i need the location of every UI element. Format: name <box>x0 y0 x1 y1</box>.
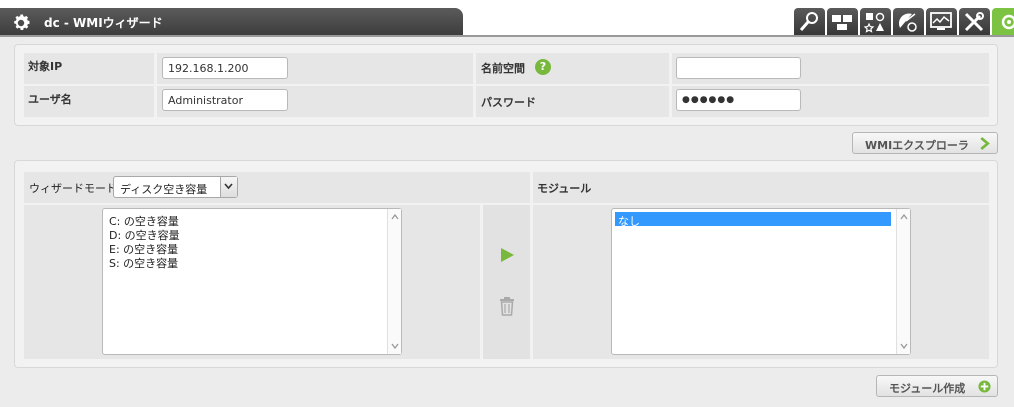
namespace-label: 名前空間 <box>481 62 525 75</box>
satellite-button[interactable] <box>893 8 924 36</box>
top-bar: dc - WMIウィザード <box>0 0 1014 37</box>
scroll-up-icon[interactable] <box>900 214 908 220</box>
list-item[interactable]: なし <box>618 213 640 229</box>
list-item[interactable]: S: の空き容量 <box>109 255 178 271</box>
tab-divider <box>0 35 1014 37</box>
scrollbar[interactable] <box>896 209 910 354</box>
target-ip-label: 対象IP <box>28 60 63 73</box>
wizard-mode-select[interactable]: ディスク空き容量 <box>113 176 238 198</box>
chevron-right-icon <box>980 137 990 150</box>
connection-form-panel: 対象IP 名前空間 ? ユーザ名 パスワード ●●●●●● <box>14 44 998 126</box>
username-input[interactable] <box>162 89 288 111</box>
wmi-explorer-button[interactable]: WMIエクスプローラ <box>852 132 998 154</box>
shapes-icon <box>863 12 885 33</box>
create-module-button-label: モジュール作成 <box>889 382 966 395</box>
add-arrow-icon[interactable] <box>499 247 515 263</box>
wrench-magnify-button[interactable] <box>794 8 825 36</box>
modules-header-cell <box>533 172 989 203</box>
action-cell <box>483 205 530 359</box>
tools-icon <box>964 12 984 32</box>
chevron-down-icon <box>224 183 233 190</box>
username-label: ユーザ名 <box>28 93 72 106</box>
target-ip-input[interactable] <box>162 57 288 79</box>
satellite-icon <box>898 13 917 32</box>
scroll-up-icon[interactable] <box>391 214 399 220</box>
scroll-down-icon[interactable] <box>900 343 908 349</box>
wizard-mode-value: ディスク空き容量 <box>120 183 208 196</box>
available-items-list[interactable]: C: の空き容量 D: の空き容量 E: の空き容量 S: の空き容量 <box>102 208 402 355</box>
gear-icon <box>14 14 30 30</box>
trash-icon[interactable] <box>498 296 516 316</box>
wrench-magnify-icon <box>799 12 818 31</box>
window-title-tab: dc - WMIウィザード <box>0 8 463 36</box>
password-input[interactable]: ●●●●●● <box>676 89 801 111</box>
namespace-input[interactable] <box>676 57 801 79</box>
eye-button[interactable] <box>992 8 1014 36</box>
modules-header: モジュール <box>537 182 592 195</box>
create-module-button[interactable]: モジュール作成 <box>876 375 998 397</box>
selected-row <box>615 212 891 226</box>
help-icon[interactable]: ? <box>535 59 551 75</box>
monitor-chart-button[interactable] <box>926 8 957 36</box>
password-label: パスワード <box>481 96 536 109</box>
wizard-mode-label: ウィザードモード : <box>29 182 125 195</box>
network-icon <box>832 15 852 30</box>
scroll-down-icon[interactable] <box>391 343 399 349</box>
select-arrow <box>220 177 237 197</box>
scrollbar[interactable] <box>387 209 401 354</box>
plus-circle-icon <box>978 380 991 393</box>
wmi-explorer-button-label: WMIエクスプローラ <box>865 139 969 152</box>
modules-list[interactable]: なし <box>611 208 911 355</box>
tools-button[interactable] <box>959 8 990 36</box>
window-title: dc - WMIウィザード <box>44 16 163 30</box>
shapes-button[interactable] <box>860 8 891 36</box>
network-button[interactable] <box>827 8 858 36</box>
eye-icon <box>1001 14 1014 30</box>
monitor-chart-icon <box>930 12 952 30</box>
wizard-panel: ウィザードモード : ディスク空き容量 モジュール C: の空き容量 D: の空… <box>14 160 998 368</box>
